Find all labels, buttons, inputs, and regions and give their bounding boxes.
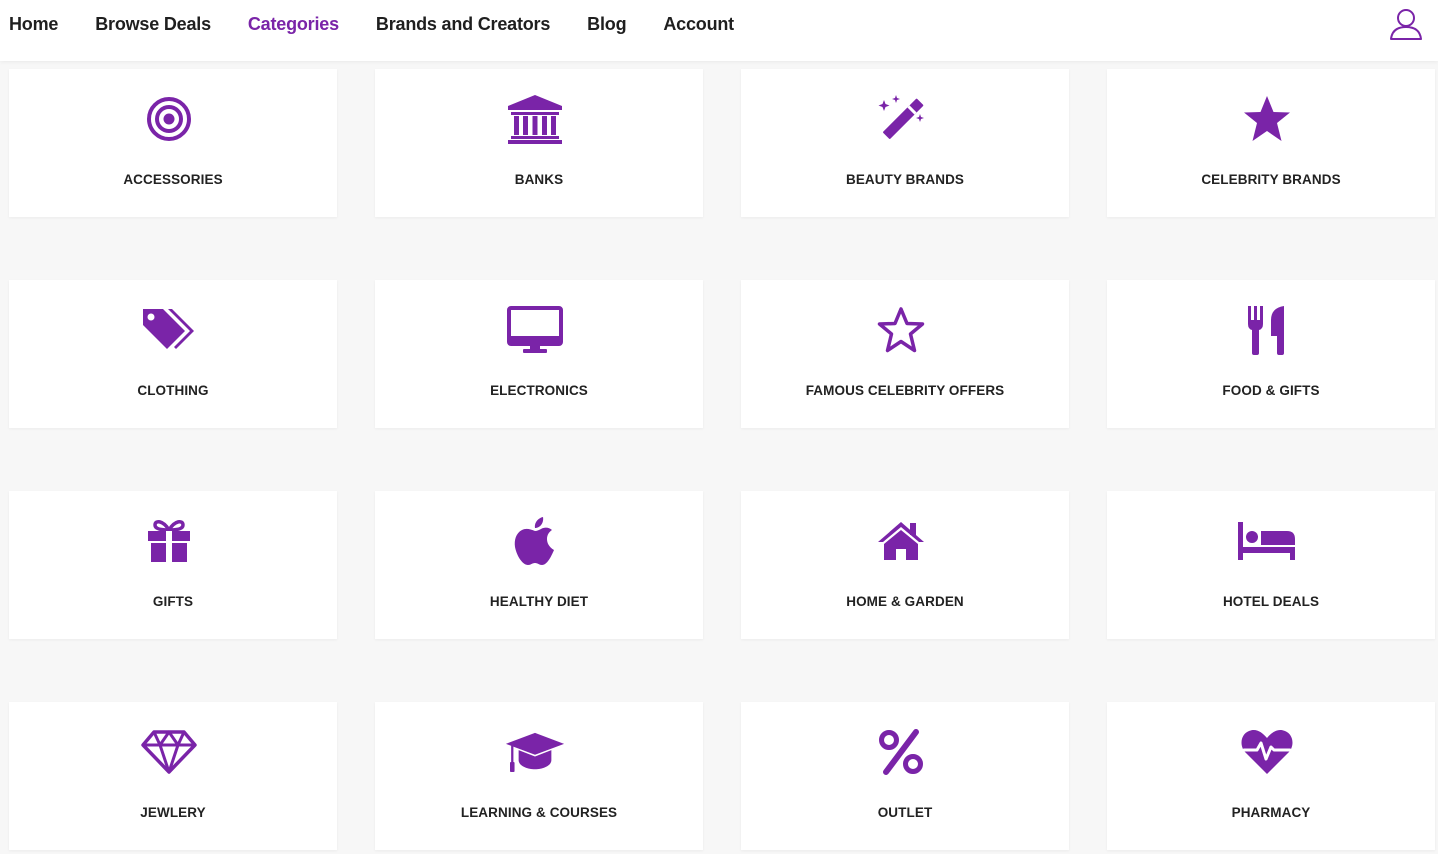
category-card-banks[interactable]: BANKS [375,69,703,217]
diamond-icon [139,724,199,780]
heartbeat-icon [1237,724,1297,780]
apple-icon [505,513,565,569]
category-label: CLOTHING [137,383,209,398]
utensils-icon [1237,302,1297,358]
category-card-healthy-diet[interactable]: HEALTHY DIET [375,491,703,639]
top-navigation: Home Browse Deals Categories Brands and … [0,0,1438,61]
nav-item-browse-deals[interactable]: Browse Deals [95,14,211,35]
nav-item-categories[interactable]: Categories [248,14,339,35]
category-label: FAMOUS CELEBRITY OFFERS [805,383,1005,398]
category-card-learning-and-courses[interactable]: LEARNING & COURSES [375,702,703,850]
category-label: HOTEL DEALS [1222,594,1320,609]
nav-item-account[interactable]: Account [663,14,734,35]
star-outline-icon [871,302,931,358]
star-filled-icon [1237,91,1297,147]
tags-icon [139,302,199,358]
gift-icon [139,513,199,569]
category-card-accessories[interactable]: ACCESSORIES [9,69,337,217]
category-label: ELECTRONICS [490,383,588,398]
percent-icon [871,724,931,780]
category-card-beauty-brands[interactable]: BEAUTY BRANDS [741,69,1069,217]
category-grid: ACCESSORIES BANKS BEAUTY BRANDS CELEBRIT… [9,69,1435,850]
target-icon [139,91,199,147]
category-card-home-and-garden[interactable]: HOME & GARDEN [741,491,1069,639]
category-label: OUTLET [877,805,933,820]
nav-item-blog[interactable]: Blog [587,14,626,35]
category-label: HOME & GARDEN [846,594,964,609]
category-label: LEARNING & COURSES [460,805,618,820]
nav-item-brands-and-creators[interactable]: Brands and Creators [376,14,550,35]
category-label: BEAUTY BRANDS [845,172,965,187]
category-card-hotel-deals[interactable]: HOTEL DEALS [1107,491,1435,639]
home-icon [871,513,931,569]
category-label: ACCESSORIES [123,172,223,187]
category-card-electronics[interactable]: ELECTRONICS [375,280,703,428]
nav-menu: Home Browse Deals Categories Brands and … [9,0,771,48]
magic-wand-icon [871,91,931,147]
category-card-pharmacy[interactable]: PHARMACY [1107,702,1435,850]
category-label: GIFTS [152,594,194,609]
category-label: BANKS [514,172,564,187]
category-card-famous-celebrity-offers[interactable]: FAMOUS CELEBRITY OFFERS [741,280,1069,428]
category-label: PHARMACY [1231,805,1311,820]
category-label: JEWLERY [140,805,206,820]
category-card-gifts[interactable]: GIFTS [9,491,337,639]
category-label: FOOD & GIFTS [1222,383,1320,398]
bed-icon [1237,513,1297,569]
bank-icon [505,91,565,147]
category-card-jewlery[interactable]: JEWLERY [9,702,337,850]
category-card-outlet[interactable]: OUTLET [741,702,1069,850]
user-icon[interactable] [1388,6,1424,42]
category-label: HEALTHY DIET [489,594,589,609]
desktop-icon [505,302,565,358]
category-label: CELEBRITY BRANDS [1201,172,1341,187]
graduation-cap-icon [505,724,565,780]
category-card-celebrity-brands[interactable]: CELEBRITY BRANDS [1107,69,1435,217]
nav-item-home[interactable]: Home [9,14,58,35]
category-card-food-and-gifts[interactable]: FOOD & GIFTS [1107,280,1435,428]
category-card-clothing[interactable]: CLOTHING [9,280,337,428]
